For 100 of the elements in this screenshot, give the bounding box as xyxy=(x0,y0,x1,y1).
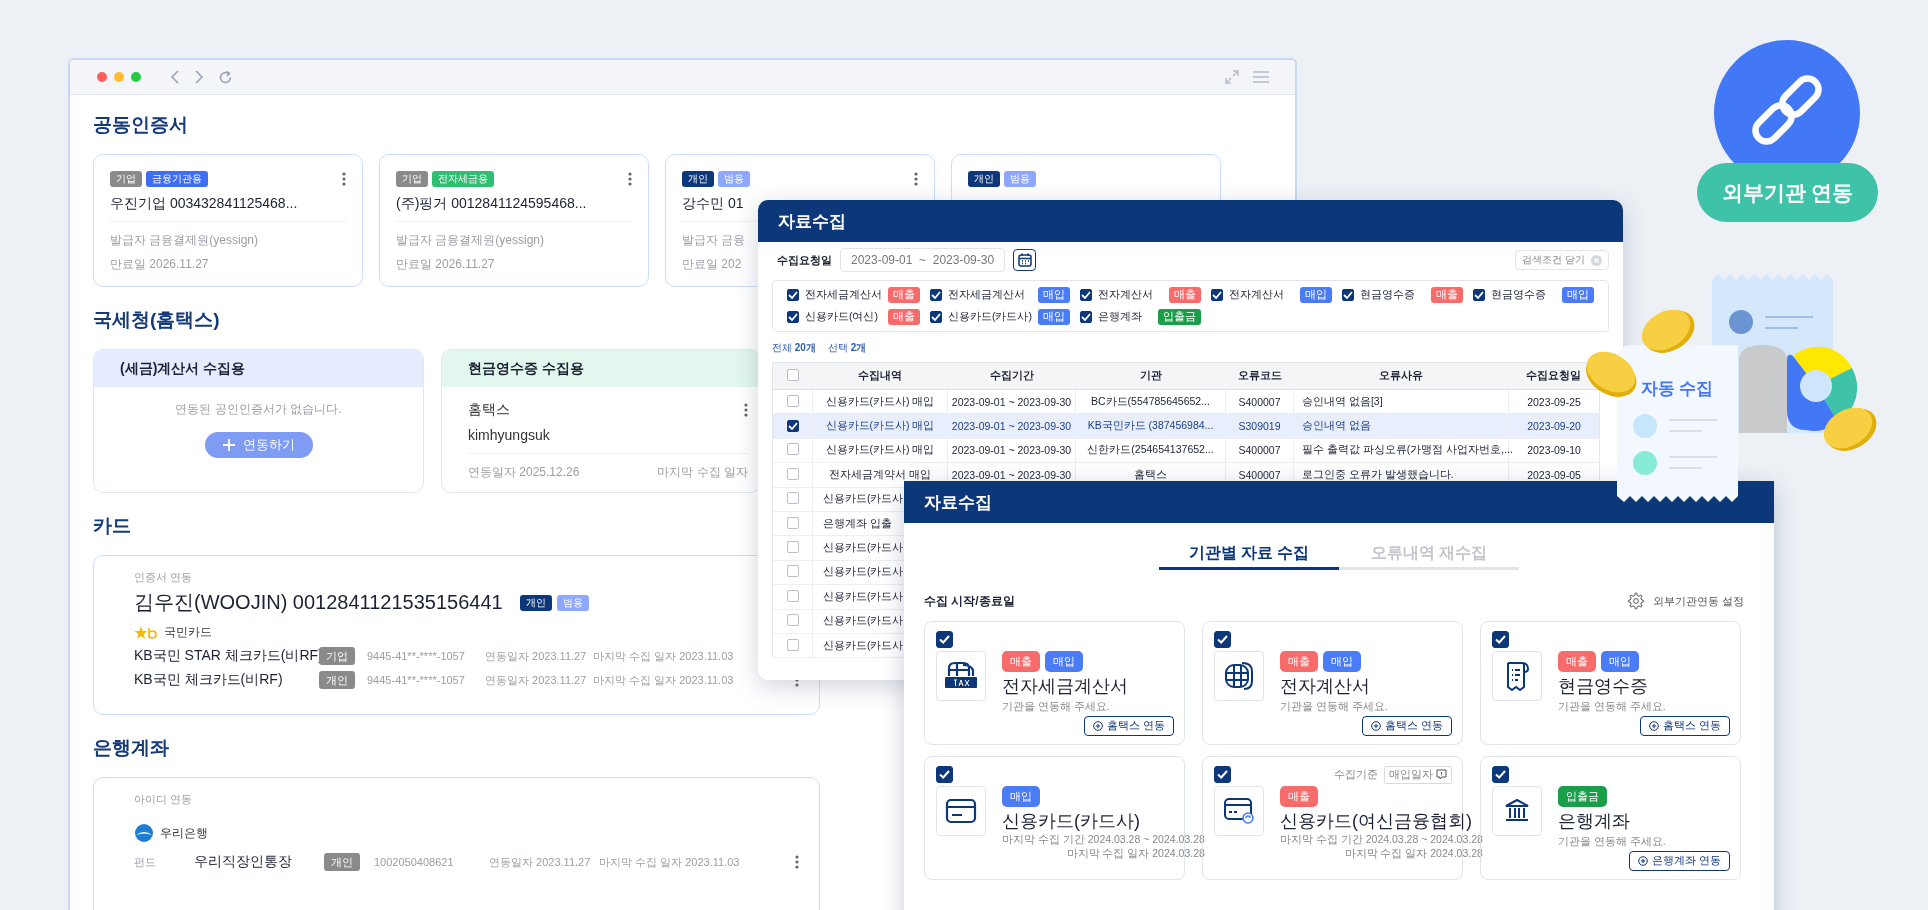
table-cell: 신용카드(카드사 xyxy=(823,492,904,505)
bank-name: 우리은행 xyxy=(160,824,208,842)
type-tag: 매입 xyxy=(1562,287,1594,303)
expiry-date: 만료일 2026.11.27 xyxy=(110,256,209,273)
hint-text: 기관을 연동해 주세요. xyxy=(1002,700,1110,714)
section-label: 수집 시작/종료일 xyxy=(924,592,1015,610)
filter-label: 현금영수증 xyxy=(1360,288,1416,302)
source-title: 현금영수증 xyxy=(1558,675,1648,698)
type-tag: 매출 xyxy=(1431,287,1463,303)
filter-label: 신용카드(카드사) xyxy=(948,310,1032,324)
type-tag: 범용 xyxy=(1004,171,1036,187)
table-cell: 신용카드(카드사) 매입 xyxy=(825,443,935,456)
group-label: 인증서 연동 xyxy=(134,570,193,585)
filter-label: 전자계산서 xyxy=(1229,288,1285,302)
type-tag: 개인 xyxy=(324,853,360,871)
selected-count: 선택 2개 xyxy=(827,341,867,355)
table-cell: 전자세금계약서 매입 xyxy=(829,467,931,480)
column-header: 기관 xyxy=(1075,362,1226,390)
table-cell: 승인내역 없음[3] xyxy=(1302,394,1383,407)
linked-date: 연동일자 2023.11.27 xyxy=(485,672,588,688)
table-cell: S400007 xyxy=(1238,468,1281,481)
issuer-text: 발급자 금융 xyxy=(682,232,746,249)
type-tag: 매출 xyxy=(888,309,920,325)
table-cell: 신한카드(254654137652... xyxy=(1087,443,1214,456)
filter-label: 전자세금계산서 xyxy=(805,288,882,302)
table-cell: 신용카드(카드사 xyxy=(823,565,904,578)
source-title: 신용카드(카드사) xyxy=(1002,810,1140,833)
linked-date: 연동일자 2023.11.27 xyxy=(489,854,592,870)
type-tag: 기업 xyxy=(396,171,428,187)
type-tag: 개인 xyxy=(682,171,714,187)
linked-date: 연동일자 2023.11.27 xyxy=(485,648,588,664)
section-title: 공동인증서 xyxy=(93,114,188,136)
section-title: 은행계좌 xyxy=(93,737,169,759)
table-cell: S400007 xyxy=(1238,395,1281,408)
last-collected-date: 마지막 수집 일자 2023.11.03 xyxy=(593,648,735,664)
type-tag: 전자세금용 xyxy=(432,171,494,187)
filter-label: 신용카드(여신) xyxy=(805,310,879,324)
table-cell: S309019 xyxy=(1238,420,1281,433)
table-cell: KB국민카드 (387456984... xyxy=(1087,419,1214,432)
type-tag: 매출 xyxy=(888,287,920,303)
table-cell: 2023-09-01 ~ 2023-09-30 xyxy=(951,395,1072,408)
provider-name: 홈택스 xyxy=(468,401,510,419)
table-cell: 2023-09-10 xyxy=(1527,444,1581,457)
hint-text: 기관을 연동해 주세요. xyxy=(1558,700,1666,714)
type-tag: 기업 xyxy=(319,647,355,665)
card-number: 9445-41**-****-1057 xyxy=(367,650,466,662)
criteria-label: 수집기준 xyxy=(1334,767,1378,782)
type-tag: 금융기관용 xyxy=(146,171,208,187)
account-number: 1002050408621 xyxy=(374,856,455,868)
type-tag: 매입 xyxy=(1323,651,1361,672)
type-tag: 입출금 xyxy=(1158,309,1201,325)
column-header: 수집내역 xyxy=(812,362,948,390)
linked-date: 연동일자 2025.12.26 xyxy=(468,464,580,481)
source-title: 신용카드(여신금융협회) xyxy=(1280,810,1472,833)
source-title: 전자계산서 xyxy=(1280,675,1370,698)
type-tag: 매입 xyxy=(1038,309,1070,325)
section-title: 카드 xyxy=(93,515,131,537)
type-tag: 매입 xyxy=(1300,287,1332,303)
table-cell: 필수 출력값 파싱오류(가맹점 사업자번호,... xyxy=(1302,443,1513,456)
type-tag: 매출 xyxy=(1002,651,1040,672)
last-collection-text: 마지막 수집 기간 2024.03.28 ~ 2024.03.28 xyxy=(1280,833,1483,847)
table-cell: 신용카드(카드사 xyxy=(823,614,904,627)
dialog-title: 자료수집 xyxy=(924,491,992,514)
auto-collect-label: 자동 수집 xyxy=(1640,379,1714,398)
issuer-name: 국민카드 xyxy=(164,624,212,641)
holder-name: 김우진(WOOJIN) 0012841121535156441 xyxy=(134,590,503,615)
filter-label: 전자계산서 xyxy=(1098,288,1154,302)
type-tag: 입출금 xyxy=(1558,786,1607,807)
table-cell: 2023-09-01 ~ 2023-09-30 xyxy=(951,444,1072,457)
last-collection-text: 마지막 수집 일자 2024.03.28 xyxy=(1065,847,1205,861)
last-collection-text: 마지막 수집 기간 2024.03.28 ~ 2024.03.28 xyxy=(1002,833,1205,847)
account-name: 우리직장인통장 xyxy=(194,853,293,871)
table-cell: 로그인중 오류가 발생했습니다. xyxy=(1302,467,1454,480)
type-tag: 매출 xyxy=(1558,651,1596,672)
table-cell: 신용카드(카드사 xyxy=(823,589,904,602)
hint-text: 기관을 연동해 주세요. xyxy=(1280,700,1388,714)
type-tag: 매출 xyxy=(1280,651,1318,672)
last-collected-date: 마지막 수집 일자 2023.11.03 xyxy=(599,854,741,870)
total-count: 전체 20개 xyxy=(772,341,816,355)
source-title: 은행계좌 xyxy=(1558,810,1630,833)
empty-message: 연동된 공인인증서가 없습니다. xyxy=(175,401,342,418)
last-collection-text: 마지막 수집 일자 2024.03.28 xyxy=(1343,847,1483,861)
column-header: 수집기간 xyxy=(947,362,1076,390)
type-tag: 개인 xyxy=(319,671,355,689)
table-cell: 신용카드(카드사 xyxy=(823,638,904,651)
account-type: 펀드 xyxy=(134,854,157,870)
card-number: 9445-41**-****-1057 xyxy=(367,674,466,686)
table-cell: 2023-09-01 ~ 2023-09-30 xyxy=(951,420,1072,433)
type-tag: 범용 xyxy=(556,594,589,611)
integration-badge: 외부기관 연동 xyxy=(1697,163,1878,222)
type-tag: 매출 xyxy=(1169,287,1201,303)
column-header: 오류사유 xyxy=(1293,362,1509,390)
expiry-date: 만료일 2026.11.27 xyxy=(396,256,495,273)
field-label: 수집요청일 xyxy=(777,252,832,268)
account-id: kimhyungsuk xyxy=(468,427,748,454)
source-title: 전자세금계산서 xyxy=(1002,675,1128,698)
table-cell: 신용카드(카드사) 매입 xyxy=(825,394,935,407)
last-collected-label: 마지막 수집 일자 xyxy=(657,464,748,481)
type-tag: 매입 xyxy=(1038,287,1070,303)
table-cell: 2023-09-25 xyxy=(1527,395,1581,408)
